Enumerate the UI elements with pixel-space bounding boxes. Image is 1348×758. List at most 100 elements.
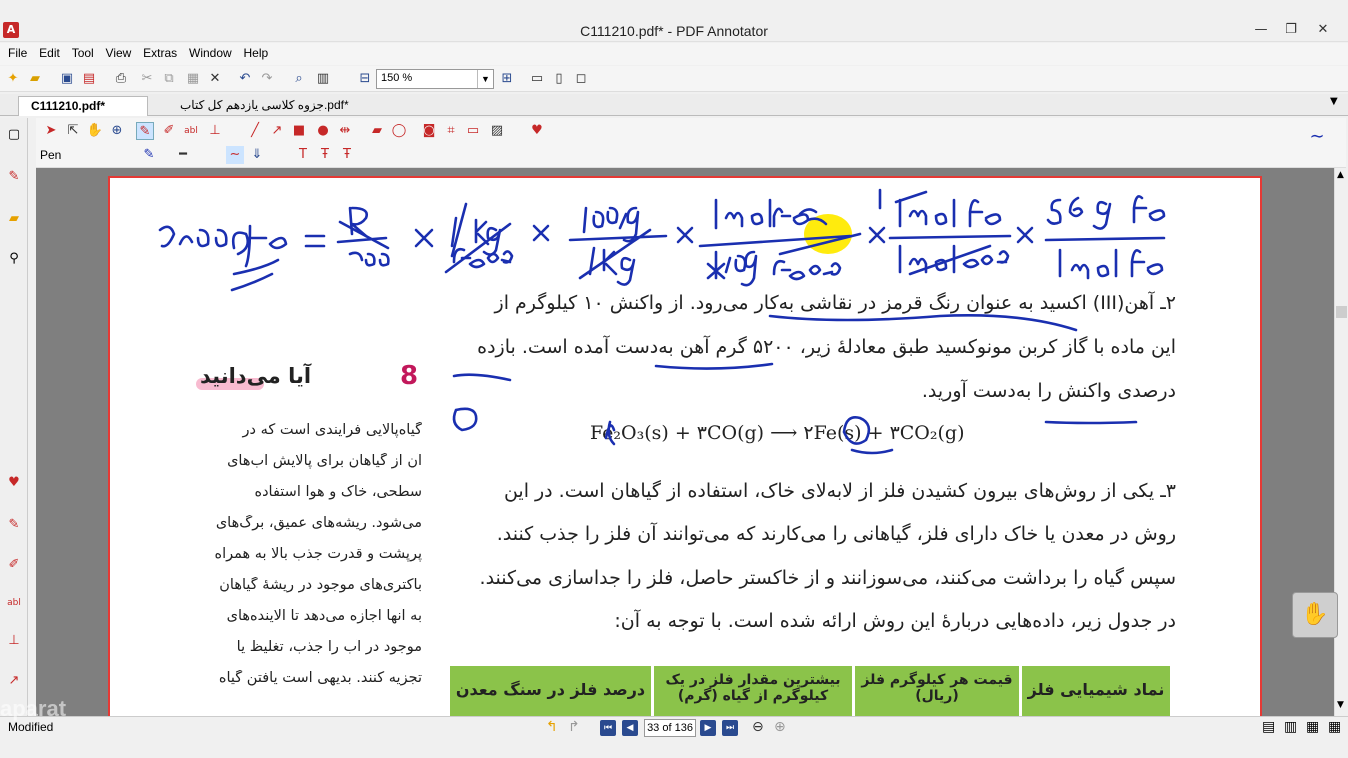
zoom-value: 150 % — [381, 72, 413, 84]
find-icon[interactable]: ⌕ — [290, 70, 308, 88]
prev-page-icon[interactable]: ◀ — [622, 720, 638, 736]
menu-view[interactable]: View — [102, 43, 136, 60]
annotation-toolbar: ➤ ⇱ ✋ ⊕ ✎ ✐ abl ⊥ ╱ ↗ ■ ● ⇹ ▰ ◯ ◙ ⌗ ▭ ▨ … — [36, 118, 1346, 168]
forward-icon[interactable]: ⊕ — [774, 719, 786, 735]
text-underline-icon[interactable]: Ŧ — [338, 146, 356, 164]
line-tool-icon[interactable]: ╱ — [246, 122, 264, 140]
menu-file[interactable]: File — [4, 43, 31, 60]
smooth-stroke-icon[interactable]: ∼ — [226, 146, 244, 164]
tab-c111210[interactable]: C111210.pdf* — [18, 96, 148, 116]
menu-window[interactable]: Window — [185, 43, 236, 60]
zoom-select[interactable]: 150 % ▼ — [376, 69, 494, 89]
text-format-icon[interactable]: T — [294, 146, 312, 164]
arrow-line-icon[interactable]: ↗ — [268, 122, 286, 140]
cut-icon[interactable]: ✂ — [138, 70, 156, 88]
delete-icon[interactable]: ✕ — [206, 70, 224, 88]
current-tool-label: Pen — [40, 148, 62, 162]
window-title: C111210.pdf* - PDF Annotator — [580, 23, 768, 39]
zoom-out-icon[interactable]: ⊟ — [356, 70, 374, 88]
two-page-continuous-icon[interactable]: ▦ — [1328, 719, 1341, 735]
hand-tool-button[interactable]: ✋ — [1292, 592, 1338, 638]
maximize-button[interactable]: ❐ — [1274, 20, 1308, 40]
new-document-icon[interactable]: ✦ — [4, 70, 22, 88]
last-page-icon[interactable]: ⏭ — [722, 720, 738, 736]
tab-jozve[interactable]: جزوه کلاسی یازدهم کل کتاب.pdf* — [168, 96, 368, 116]
first-page-icon[interactable]: ⏮ — [600, 720, 616, 736]
fit-width-icon[interactable]: ▭ — [528, 70, 546, 88]
next-view-icon[interactable]: ↱ — [568, 719, 580, 735]
ink-stroke-group — [158, 188, 1166, 455]
close-button[interactable]: ✕ — [1306, 20, 1340, 40]
menu-edit[interactable]: Edit — [35, 43, 64, 60]
chevron-down-icon[interactable]: ▼ — [477, 70, 493, 88]
next-page-icon[interactable]: ▶ — [700, 720, 716, 736]
prev-view-icon[interactable]: ↰ — [546, 719, 558, 735]
watermark: aparat — [0, 696, 67, 721]
back-icon[interactable]: ⊖ — [752, 719, 764, 735]
eraser-icon[interactable]: ▰ — [368, 122, 386, 140]
highlighter-tool-icon[interactable]: ✐ — [160, 122, 178, 140]
text-box-icon[interactable]: abl — [5, 594, 23, 612]
status-text: Modified — [8, 720, 54, 734]
camera-icon[interactable]: ◙ — [420, 122, 438, 140]
text-tool-icon[interactable]: abl — [182, 122, 200, 140]
zoom-tool-icon[interactable]: ⊕ — [108, 122, 126, 140]
copy-icon[interactable]: ⧉ — [160, 70, 178, 88]
paste-icon[interactable]: ▦ — [184, 70, 202, 88]
select-arrow-icon[interactable]: ➤ — [42, 122, 60, 140]
select-text-icon[interactable]: ⇱ — [64, 122, 82, 140]
page-layout-icon[interactable]: ▥ — [314, 70, 332, 88]
attachment-icon[interactable]: ⚲ — [5, 250, 23, 268]
rectangle-tool-icon[interactable]: ■ — [290, 122, 308, 140]
crop-icon[interactable]: ⌗ — [442, 122, 460, 140]
scroll-up-icon[interactable]: ▲ — [1337, 170, 1344, 180]
highlighter-icon[interactable]: ✐ — [5, 556, 23, 574]
pen-favorite-icon[interactable]: ✎ — [5, 168, 23, 186]
undo-icon[interactable]: ↶ — [236, 70, 254, 88]
menu-extras[interactable]: Extras — [139, 43, 181, 60]
ruler-icon[interactable]: ▭ — [464, 122, 482, 140]
single-page-icon[interactable]: ▤ — [1262, 719, 1275, 735]
zoom-in-icon[interactable]: ⊞ — [498, 70, 516, 88]
page-number-field[interactable]: 33 of 136 — [644, 719, 696, 737]
save-icon[interactable]: ▣ — [58, 70, 76, 88]
menu-bar: File Edit Tool View Extras Window Help — [0, 43, 1348, 65]
redo-icon[interactable]: ↷ — [258, 70, 276, 88]
pen-tool-icon[interactable]: ✎ — [5, 516, 23, 534]
pdf-page[interactable]: ۲ـ آهن(III) اکسید به عنوان رنگ قرمز در ن… — [108, 176, 1262, 716]
hand-tool-icon[interactable]: ✋ — [86, 122, 104, 140]
text-strike-icon[interactable]: Ŧ — [316, 146, 334, 164]
tabs-dropdown-icon[interactable]: ▼ — [1330, 96, 1338, 107]
pen-color-icon[interactable]: ✎ — [140, 146, 158, 164]
two-page-icon[interactable]: ▦ — [1306, 719, 1319, 735]
stamp-icon[interactable]: ⊥ — [5, 632, 23, 650]
menu-help[interactable]: Help — [240, 43, 273, 60]
straighten-icon[interactable]: ⇓ — [248, 146, 266, 164]
ellipse-tool-icon[interactable]: ● — [314, 122, 332, 140]
stamp-tool-icon[interactable]: ⊥ — [206, 122, 224, 140]
pen-icon[interactable]: ✎ — [136, 122, 154, 140]
menu-tool[interactable]: Tool — [68, 43, 98, 60]
lasso-icon[interactable]: ◯ — [390, 122, 408, 140]
fit-page-icon[interactable]: ▯ — [550, 70, 568, 88]
favorite-heart-icon[interactable]: ♥ — [528, 122, 546, 140]
print-icon[interactable]: ⎙ — [112, 70, 130, 88]
arrow-tool-icon[interactable]: ↗ — [5, 672, 23, 690]
minimize-button[interactable]: — — [1244, 20, 1278, 40]
favorites-heart-icon[interactable]: ♥ — [5, 474, 23, 492]
fullscreen-icon[interactable]: ◻ — [572, 70, 590, 88]
page-icon[interactable]: ▢ — [5, 126, 23, 144]
handwritten-ink-layer[interactable] — [110, 178, 1262, 716]
continuous-page-icon[interactable]: ▥ — [1284, 719, 1297, 735]
scroll-down-icon[interactable]: ▼ — [1337, 700, 1344, 710]
open-folder-icon[interactable]: ▰ — [26, 70, 44, 88]
folder-icon[interactable]: ▰ — [5, 210, 23, 228]
document-view[interactable]: ۲ـ آهن(III) اکسید به عنوان رنگ قرمز در ن… — [36, 168, 1336, 716]
document-tabs: C111210.pdf* جزوه کلاسی یازدهم کل کتاب.p… — [0, 94, 1348, 116]
save-as-icon[interactable]: ▤ — [80, 70, 98, 88]
image-insert-icon[interactable]: ▨ — [488, 122, 506, 140]
scroll-thumb[interactable] — [1336, 306, 1347, 318]
line-width-icon[interactable]: ━ — [174, 146, 192, 164]
measure-tool-icon[interactable]: ⇹ — [336, 122, 354, 140]
title-bar: A C111210.pdf* - PDF Annotator — ❐ ✕ — [0, 20, 1348, 42]
